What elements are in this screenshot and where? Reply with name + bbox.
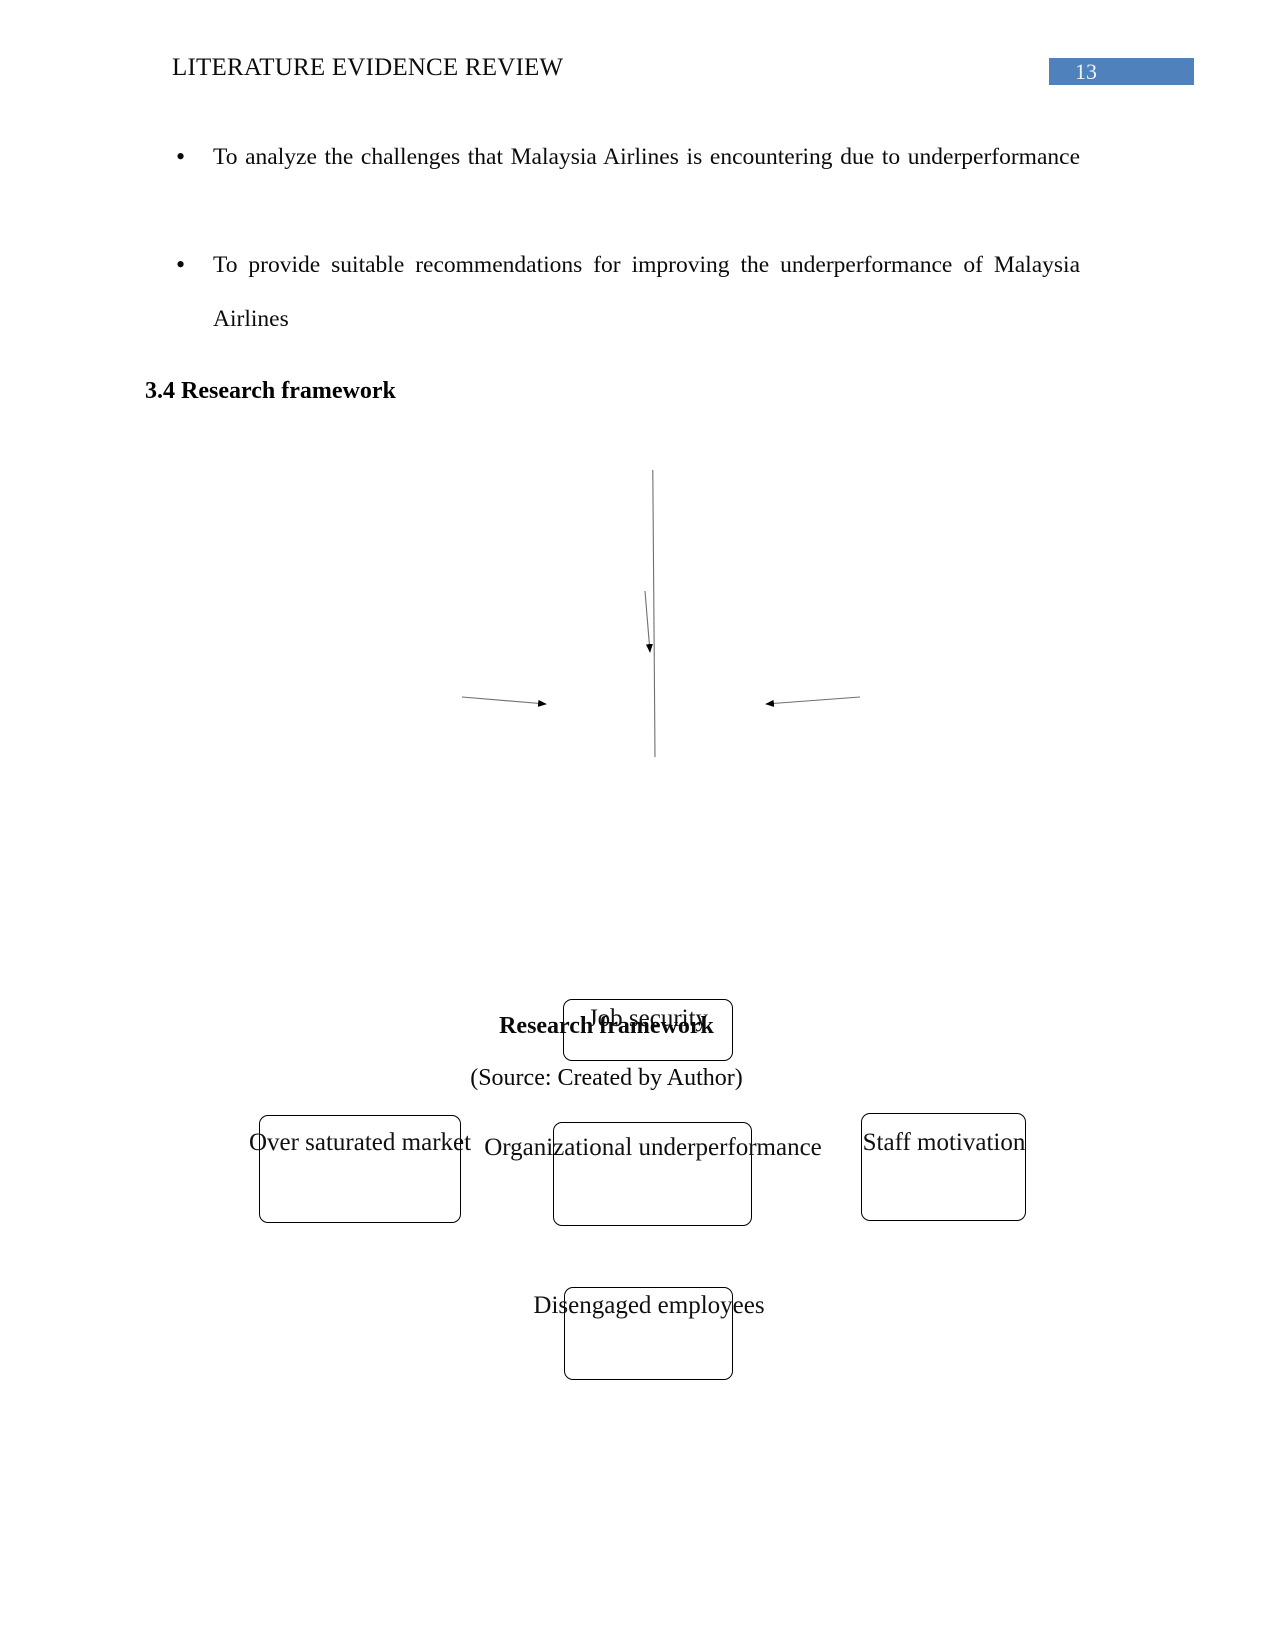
node-label-over-saturated-market: Over saturated market	[248, 1129, 472, 1156]
node-label-organizational-underperformance: Organizational underperformance	[484, 1134, 822, 1161]
node-label-disengaged-employees: Disengaged employees	[533, 1292, 765, 1319]
bullet-marker-icon: •	[176, 250, 186, 279]
connector-staff-motivation-to-center	[765, 696, 861, 707]
list-item-text: To analyze the challenges that Malaysia …	[213, 144, 1080, 170]
connector-over-saturated-to-center	[461, 696, 547, 707]
figure-caption-source: (Source: Created by Author)	[470, 1065, 743, 1091]
document-page: LITERATURE EVIDENCE REVIEW 13 • To analy…	[0, 0, 1275, 1651]
diagram-connectors	[461, 470, 861, 758]
connector-job-security-to-center	[644, 590, 653, 653]
list-item-text: To provide suitable recommendations for …	[213, 252, 1080, 332]
list-item: • To provide suitable recommendations fo…	[145, 238, 1080, 400]
connector-disengaged-to-center	[652, 470, 656, 758]
research-framework-diagram: Job security Over saturated market Organ…	[0, 470, 1275, 1380]
page-header: LITERATURE EVIDENCE REVIEW 13	[0, 0, 1275, 110]
running-head-title: LITERATURE EVIDENCE REVIEW	[172, 54, 564, 81]
objectives-bullet-list: • To analyze the challenges that Malaysi…	[145, 130, 1080, 400]
bullet-marker-icon: •	[176, 142, 186, 171]
page-number-label: 13	[1075, 59, 1097, 84]
list-item: • To analyze the challenges that Malaysi…	[145, 130, 1080, 238]
section-heading: 3.4 Research framework	[145, 378, 396, 404]
node-label-staff-motivation: Staff motivation	[862, 1129, 1026, 1156]
figure-caption-title: Research framework	[499, 1013, 714, 1039]
